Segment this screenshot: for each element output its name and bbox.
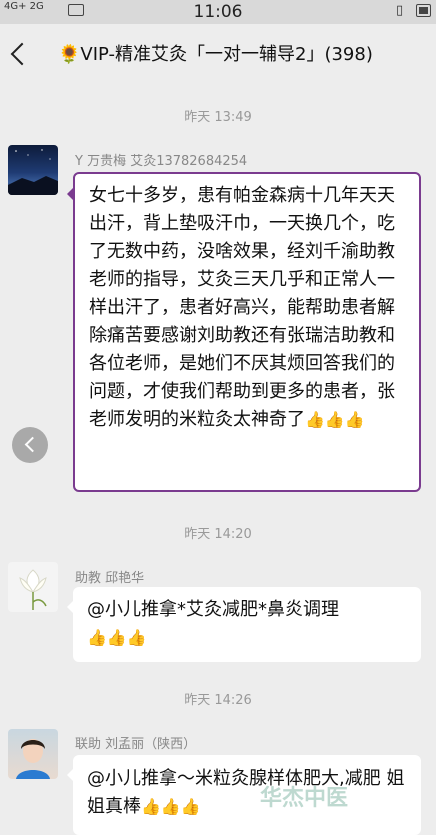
sender-name: 助教 邱艳华 [75, 571, 145, 586]
sender-name: Y 万贵梅 艾灸13782684254 [75, 154, 248, 169]
sender-name: 联助 刘孟丽（陕西） [75, 737, 197, 752]
avatar[interactable] [8, 729, 58, 779]
clock: 11:06 [193, 2, 243, 22]
back-arrow-icon[interactable] [10, 42, 34, 66]
battery-icon [416, 4, 431, 17]
thumbs-up-emoji: 👍👍👍 [141, 797, 201, 816]
message-bubble[interactable]: 女七十多岁，患有帕金森病十几年天天出汗，背上垫吸汗巾，一天换几个，吃了无数中药，… [67, 172, 421, 492]
sunflower-icon: 🌻 [58, 44, 81, 65]
chevron-left-icon [24, 436, 41, 453]
message-bubble[interactable]: @小儿推拿*艾灸减肥*鼻炎调理 👍👍👍 [67, 587, 421, 662]
message-bubble[interactable]: @小儿推拿～米粒灸腺样体肥大,减肥 姐姐真棒👍👍👍 [67, 755, 421, 835]
group-name: VIP-精准艾灸「一对一辅导2」(398) [80, 44, 373, 65]
vibrate-icon: ▯ [396, 3, 404, 18]
chat-title: 🌻VIP-精准艾灸「一对一辅导2」(398) [58, 40, 434, 66]
message-timestamp: 昨天 13:49 [184, 110, 252, 125]
chat-header: 🌻VIP-精准艾灸「一对一辅导2」(398) [0, 24, 436, 90]
message-timestamp: 昨天 14:26 [184, 693, 252, 708]
message-text: 女七十多岁，患有帕金森病十几年天天出汗，背上垫吸汗巾，一天换几个，吃了无数中药，… [89, 185, 395, 430]
avatar[interactable] [8, 562, 58, 612]
message-text: @小儿推拿～米粒灸腺样体肥大,减肥 姐姐真棒 [87, 768, 405, 817]
thumbs-up-emoji: 👍👍👍 [87, 628, 147, 647]
status-bar: 4G+ 2G 11:06 ▯ [0, 0, 436, 24]
scroll-back-button[interactable] [12, 427, 48, 463]
watermark: 华杰中医 [260, 786, 349, 811]
message-text: @小儿推拿*艾灸减肥*鼻炎调理 [87, 599, 339, 620]
thumbs-up-emoji: 👍👍👍 [305, 410, 365, 429]
avatar[interactable] [8, 145, 58, 195]
message-timestamp: 昨天 14:20 [184, 527, 252, 542]
